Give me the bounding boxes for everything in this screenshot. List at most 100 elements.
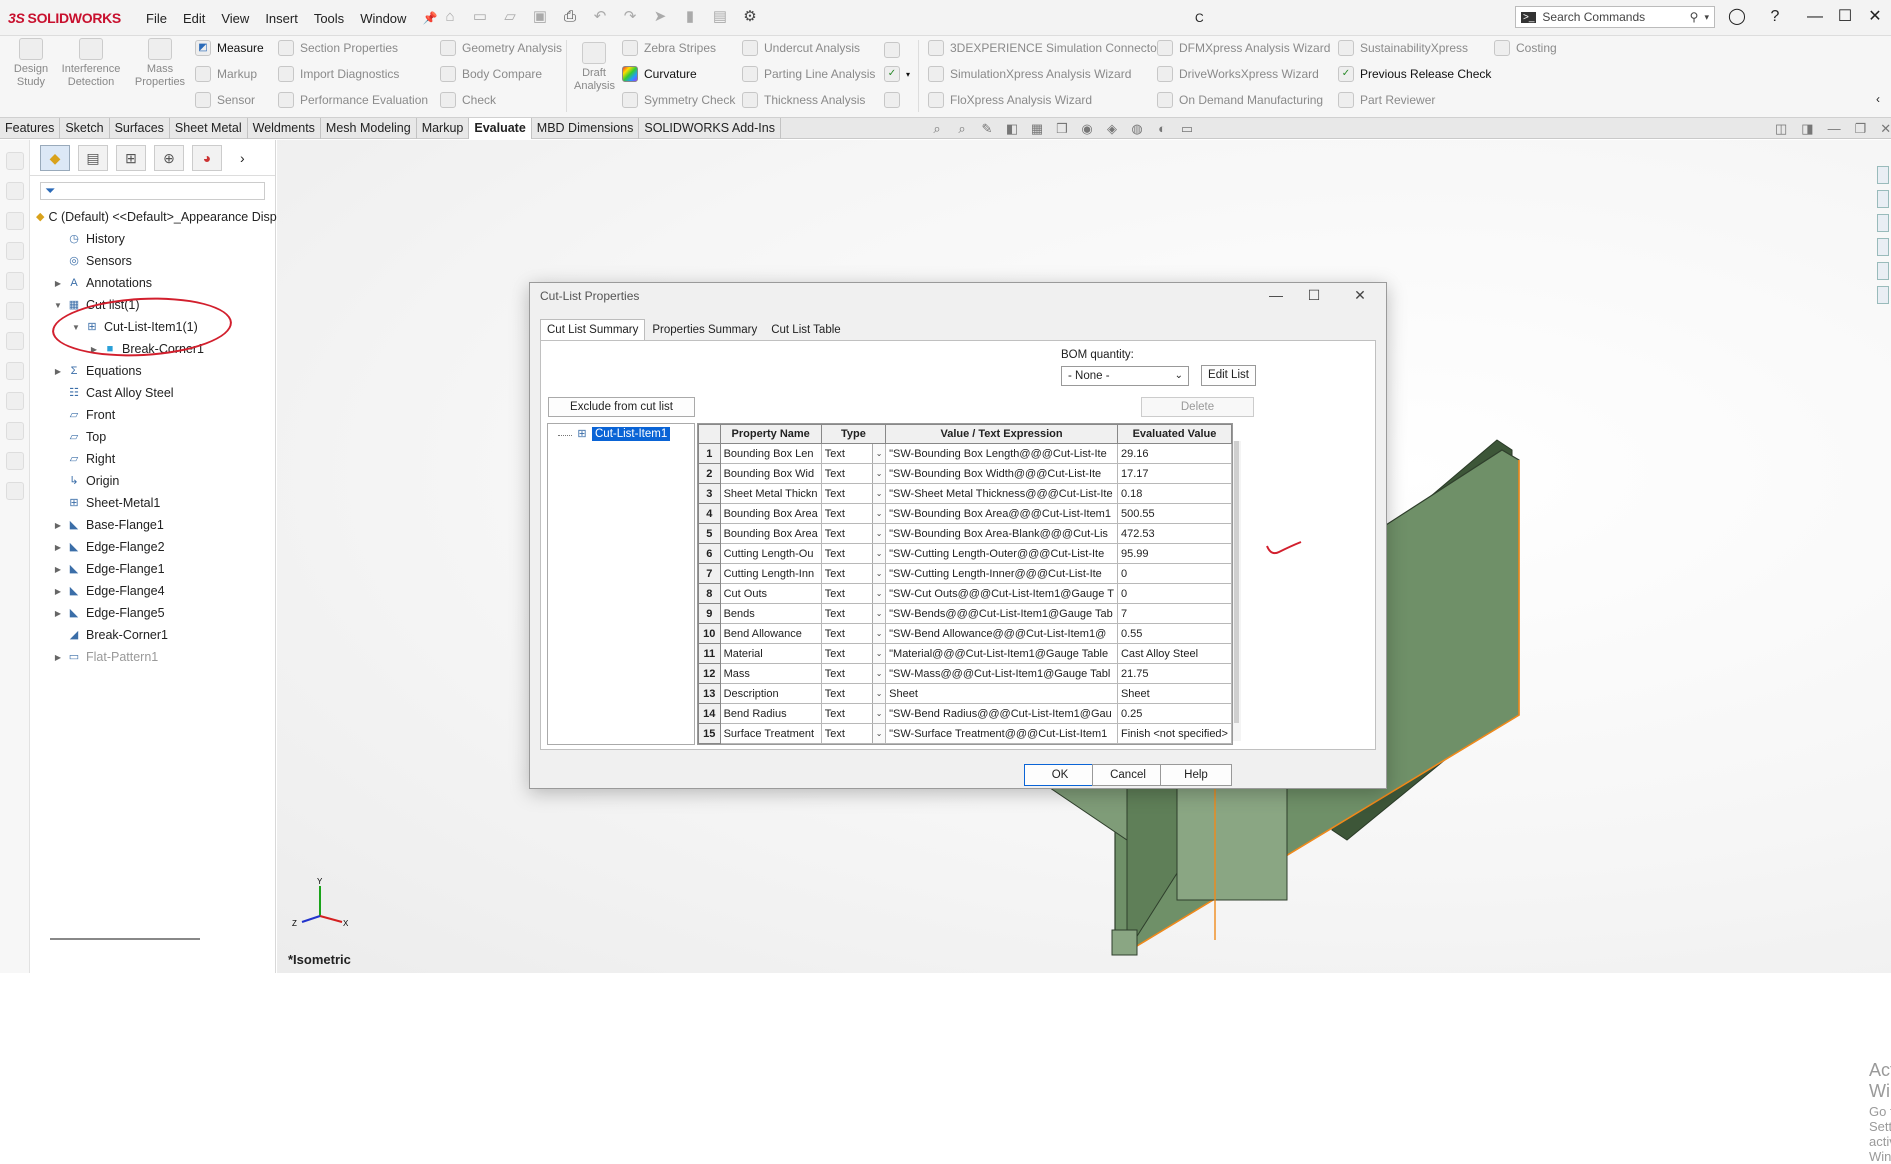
task-pane-home-icon[interactable] bbox=[1877, 166, 1889, 184]
property-manager-icon[interactable]: ▤ bbox=[78, 144, 108, 171]
driveworksxpress-button[interactable]: DriveWorksXpress Wizard bbox=[1157, 66, 1319, 82]
markup-button[interactable]: Markup bbox=[195, 66, 257, 82]
part-reviewer-button[interactable]: Part Reviewer bbox=[1338, 92, 1435, 108]
strip-icon[interactable] bbox=[5, 362, 24, 380]
grid-row[interactable]: 9 Bends Text ⌄ "SW-Bends@@@Cut-List-Item1@Ga… bbox=[698, 603, 1232, 624]
grid-row[interactable]: 15 Surface Treatment Text ⌄ "SW-Surface Trea… bbox=[698, 723, 1232, 744]
apply-scene-icon[interactable]: ◐ bbox=[1153, 121, 1171, 137]
restore-view-icon[interactable]: ◨ bbox=[1801, 121, 1813, 137]
property-name-cell[interactable]: Bounding Box Area bbox=[719, 503, 822, 524]
simulation-tool-button[interactable] bbox=[884, 92, 900, 108]
type-cell[interactable]: Text ⌄ bbox=[820, 443, 887, 464]
dialog-minimize-icon[interactable]: — bbox=[1264, 287, 1288, 305]
property-name-cell[interactable]: Cutting Length-Ou bbox=[719, 543, 822, 564]
check-activity-button[interactable]: ✓ ▾ bbox=[884, 66, 910, 82]
expand-arrow-icon[interactable]: ▶ bbox=[52, 587, 64, 596]
mass-properties-button[interactable]: Mass Properties bbox=[132, 38, 188, 89]
chevron-down-icon[interactable]: ⌄ bbox=[872, 484, 885, 503]
grid-row[interactable]: 1 Bounding Box Len Text ⌄ "SW-Bounding Box L… bbox=[698, 443, 1232, 464]
chevron-down-icon[interactable]: ⌄ bbox=[872, 524, 885, 543]
import-diagnostics-button[interactable]: Import Diagnostics bbox=[278, 66, 399, 82]
account-icon[interactable]: ◯ bbox=[1722, 6, 1752, 28]
costing-button[interactable]: Costing bbox=[1494, 40, 1557, 56]
tree-filter[interactable]: ⏷ bbox=[40, 182, 265, 200]
tree-node[interactable]: ▱ Top bbox=[30, 426, 275, 448]
tree-node[interactable]: ▶ ◣ Base-Flange1 bbox=[30, 514, 275, 536]
row-number[interactable]: 12 bbox=[698, 663, 721, 684]
task-pane-resources-icon[interactable] bbox=[1877, 190, 1889, 208]
type-cell[interactable]: Text ⌄ bbox=[820, 683, 887, 704]
value-expression-cell[interactable]: "SW-Bounding Box Width@@@Cut-List-Ite bbox=[885, 463, 1118, 484]
tree-node[interactable]: ▶ ◣ Edge-Flange4 bbox=[30, 580, 275, 602]
options-gear-icon[interactable]: ⚙ bbox=[740, 6, 760, 28]
grid-row[interactable]: 2 Bounding Box Wid Text ⌄ "SW-Bounding Box W… bbox=[698, 463, 1232, 484]
search-commands-input[interactable]: >_ Search Commands ⚲ ▾ bbox=[1515, 6, 1715, 28]
tab-mesh-modeling[interactable]: Mesh Modeling bbox=[321, 118, 417, 139]
parting-line-analysis-button[interactable]: Parting Line Analysis bbox=[742, 66, 875, 82]
menu-edit[interactable]: Edit bbox=[183, 11, 205, 26]
minimize-view-icon[interactable]: — bbox=[1828, 121, 1841, 137]
property-name-cell[interactable]: Description bbox=[719, 683, 822, 704]
hide-show-items-icon[interactable]: ◈ bbox=[1103, 121, 1121, 137]
maximize-icon[interactable]: ☐ bbox=[1830, 6, 1860, 28]
body-compare-button[interactable]: Body Compare bbox=[440, 66, 542, 82]
expand-arrow-icon[interactable]: ▶ bbox=[52, 521, 64, 530]
delete-button[interactable]: Delete bbox=[1141, 397, 1254, 417]
chevron-down-icon[interactable]: ⌄ bbox=[872, 604, 885, 623]
strip-icon[interactable] bbox=[5, 332, 24, 350]
tree-node[interactable]: ▶ Σ Equations bbox=[30, 360, 275, 382]
tree-node[interactable]: ◎ Sensors bbox=[30, 250, 275, 272]
tab-features[interactable]: Features bbox=[0, 118, 61, 139]
value-expression-cell[interactable]: "SW-Bounding Box Area@@@Cut-List-Item1 bbox=[885, 503, 1118, 524]
type-cell[interactable]: Text ⌄ bbox=[820, 523, 887, 544]
grid-row[interactable]: 13 Description Text ⌄ Sheet Sheet bbox=[698, 683, 1232, 704]
row-number[interactable]: 5 bbox=[698, 523, 721, 544]
menu-tools[interactable]: Tools bbox=[314, 11, 344, 26]
chevron-down-icon[interactable]: ⌄ bbox=[872, 624, 885, 643]
search-icon[interactable]: ⚲ bbox=[1690, 10, 1699, 24]
tile-icon[interactable]: ◫ bbox=[1775, 121, 1787, 137]
previous-release-check-button[interactable]: ✓ Previous Release Check bbox=[1338, 66, 1491, 82]
chevron-down-icon[interactable]: ⌄ bbox=[872, 464, 885, 483]
help-button[interactable]: Help bbox=[1160, 764, 1232, 786]
property-name-cell[interactable]: Mass bbox=[719, 663, 822, 684]
menu-file[interactable]: File bbox=[146, 11, 167, 26]
row-number[interactable]: 3 bbox=[698, 483, 721, 504]
value-expression-cell[interactable]: "SW-Cutting Length-Outer@@@Cut-List-Ite bbox=[885, 543, 1118, 564]
simulationxpress-button[interactable]: SimulationXpress Analysis Wizard bbox=[928, 66, 1131, 82]
help-icon[interactable]: ? bbox=[1760, 6, 1790, 28]
edit-list-button[interactable]: Edit List bbox=[1201, 365, 1256, 386]
solidworks-logo[interactable]: 3S SOLIDWORKS bbox=[8, 10, 121, 26]
grid-row[interactable]: 7 Cutting Length-Inn Text ⌄ "SW-Cutting Leng… bbox=[698, 563, 1232, 584]
tree-node[interactable]: ◢ Break-Corner1 bbox=[30, 624, 275, 646]
type-cell[interactable]: Text ⌄ bbox=[820, 583, 887, 604]
cut-list-item-node[interactable]: ⊞ Cut-List-Item1 bbox=[558, 427, 671, 441]
tree-node[interactable]: ▶ ◣ Edge-Flange1 bbox=[30, 558, 275, 580]
tree-node[interactable]: ↳ Origin bbox=[30, 470, 275, 492]
undercut-analysis-button[interactable]: Undercut Analysis bbox=[742, 40, 860, 56]
grid-row[interactable]: 6 Cutting Length-Ou Text ⌄ "SW-Cutting Lengt… bbox=[698, 543, 1232, 564]
column-header-evaluated-value[interactable]: Evaluated Value bbox=[1116, 424, 1232, 444]
chevron-down-icon[interactable]: ⌄ bbox=[872, 704, 885, 723]
tab-sketch[interactable]: Sketch bbox=[60, 118, 110, 139]
tab-markup[interactable]: Markup bbox=[417, 118, 470, 139]
value-expression-cell[interactable]: "SW-Cutting Length-Inner@@@Cut-List-Ite bbox=[885, 563, 1118, 584]
display-style-icon[interactable]: ◉ bbox=[1078, 121, 1096, 137]
tab-surfaces[interactable]: Surfaces bbox=[110, 118, 170, 139]
type-cell[interactable]: Text ⌄ bbox=[820, 463, 887, 484]
close-view-icon[interactable]: ✕ bbox=[1880, 121, 1891, 137]
save-icon[interactable]: ▣ bbox=[530, 6, 550, 28]
chevron-down-icon[interactable]: ⌄ bbox=[872, 544, 885, 563]
menu-insert[interactable]: Insert bbox=[265, 11, 298, 26]
grid-row[interactable]: 4 Bounding Box Area Text ⌄ "SW-Bounding Box … bbox=[698, 503, 1232, 524]
dimxpert-manager-icon[interactable]: ⊕ bbox=[154, 144, 184, 171]
grid-row[interactable]: 3 Sheet Metal Thickn Text ⌄ "SW-Sheet Metal … bbox=[698, 483, 1232, 504]
expand-arrow-icon[interactable]: ▶ bbox=[52, 279, 64, 288]
row-number[interactable]: 8 bbox=[698, 583, 721, 604]
dialog-maximize-icon[interactable]: ☐ bbox=[1302, 287, 1326, 305]
property-name-cell[interactable]: Bends bbox=[719, 603, 822, 624]
property-name-cell[interactable]: Bounding Box Area bbox=[719, 523, 822, 544]
symmetry-check-button[interactable]: Symmetry Check bbox=[622, 92, 735, 108]
3dexperience-simulation-connector-button[interactable]: 3DEXPERIENCE Simulation Connector bbox=[928, 40, 1161, 56]
thickness-analysis-button[interactable]: Thickness Analysis bbox=[742, 92, 865, 108]
